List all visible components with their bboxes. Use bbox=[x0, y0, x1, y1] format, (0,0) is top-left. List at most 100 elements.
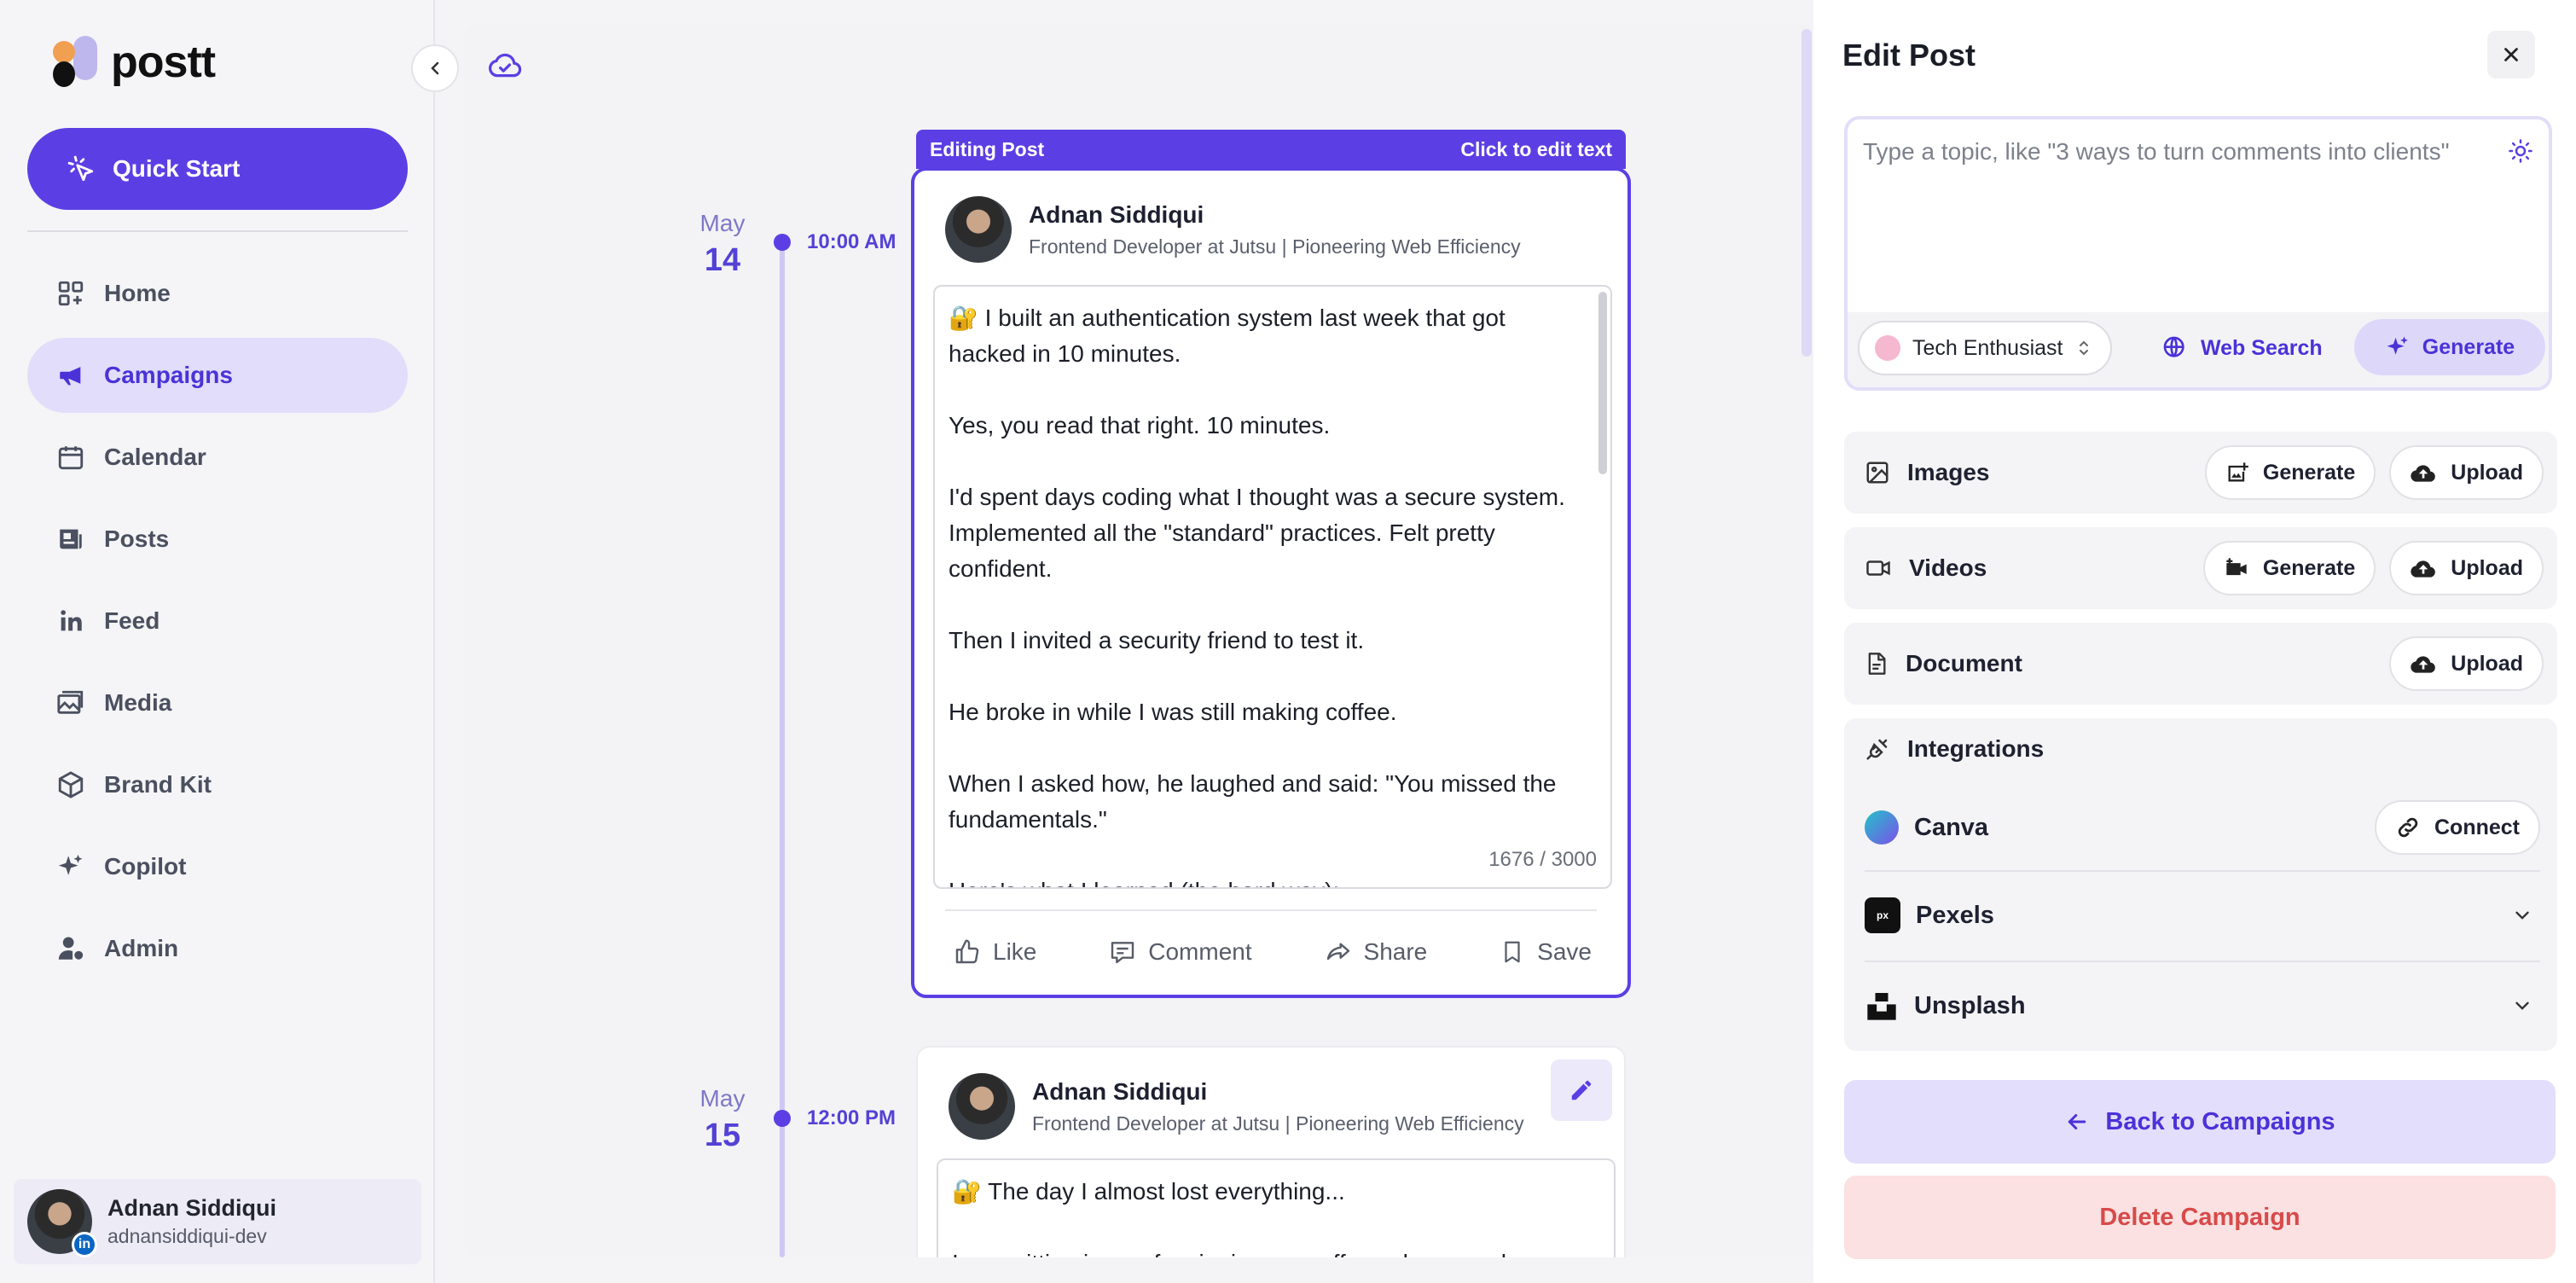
save-label: Save bbox=[1537, 938, 1592, 965]
post-text-editor[interactable]: 🔐 I built an authentication system last … bbox=[933, 285, 1612, 889]
document-section: Document Upload bbox=[1844, 623, 2557, 705]
post-paragraph: I was sitting in a cafe, sipping my coff… bbox=[952, 1245, 1587, 1257]
sidebar-item-label: Posts bbox=[104, 525, 170, 552]
panel-title: Edit Post bbox=[1842, 38, 1976, 73]
campaign-timeline: May 14 10:00 AM Editing Post Click to ed… bbox=[464, 24, 1813, 1257]
integration-name: Unsplash bbox=[1914, 991, 2026, 1019]
editor-scrollbar[interactable] bbox=[1598, 292, 1607, 474]
images-icon bbox=[57, 690, 84, 714]
delete-campaign-button[interactable]: Delete Campaign bbox=[1844, 1176, 2556, 1259]
timeline-dot bbox=[774, 1110, 791, 1127]
upload-image-button[interactable]: Upload bbox=[2389, 445, 2544, 500]
logo[interactable]: postt bbox=[53, 36, 216, 89]
megaphone-icon bbox=[60, 367, 81, 386]
logo-mark-icon bbox=[53, 36, 101, 89]
like-button[interactable]: Like bbox=[940, 928, 1050, 976]
profile-handle: adnansiddiqui-dev bbox=[107, 1225, 267, 1247]
sidebar-item-campaigns[interactable]: Campaigns bbox=[27, 338, 408, 413]
video-plus-icon bbox=[2226, 558, 2247, 576]
post-time: 12:00 PM bbox=[807, 1106, 896, 1129]
comment-button[interactable]: Comment bbox=[1095, 928, 1265, 976]
sidebar-item-feed[interactable]: Feed bbox=[27, 583, 408, 659]
sidebar-item-label: Calendar bbox=[104, 444, 206, 470]
upload-label: Upload bbox=[2451, 460, 2523, 485]
video-icon bbox=[1866, 560, 1890, 576]
topic-input[interactable]: Type a topic, like "3 ways to turn comme… bbox=[1863, 138, 2450, 165]
date-day: 15 bbox=[704, 1118, 741, 1153]
pencil-icon bbox=[1571, 1080, 1592, 1100]
post-date: May 15 bbox=[684, 1085, 761, 1154]
sidebar-item-calendar[interactable]: Calendar bbox=[27, 420, 408, 495]
sidebar-item-home[interactable]: Home bbox=[27, 256, 408, 331]
avatar: in bbox=[27, 1189, 97, 1257]
generate-video-button[interactable]: Generate bbox=[2202, 541, 2376, 595]
globe-search-icon bbox=[2163, 336, 2184, 357]
post-card-editing[interactable]: Adnan Siddiqui Frontend Developer at Jut… bbox=[911, 167, 1631, 998]
newspaper-icon bbox=[60, 529, 82, 549]
web-search-button[interactable]: Web Search bbox=[2161, 322, 2323, 374]
images-section: Images Generate Upload bbox=[1844, 432, 2557, 514]
post-author: Adnan Siddiqui Frontend Developer at Jut… bbox=[945, 196, 1521, 263]
sidebar-divider bbox=[27, 230, 408, 232]
sidebar-item-brand-kit[interactable]: Brand Kit bbox=[27, 747, 408, 822]
user-profile[interactable]: in Adnan Siddiqui adnansiddiqui-dev bbox=[14, 1179, 421, 1264]
logo-text: postt bbox=[111, 38, 216, 87]
sidebar-item-label: Media bbox=[104, 689, 172, 716]
canva-logo-icon bbox=[1865, 810, 1899, 845]
like-label: Like bbox=[993, 938, 1037, 965]
cloud-sync-icon[interactable] bbox=[486, 49, 524, 84]
post-card[interactable]: Adnan Siddiqui Frontend Developer at Jut… bbox=[916, 1046, 1626, 1257]
sidebar-item-label: Feed bbox=[104, 607, 160, 634]
image-icon bbox=[1866, 462, 1888, 484]
sidebar-item-posts[interactable]: Posts bbox=[27, 502, 408, 577]
sidebar-item-admin[interactable]: Admin bbox=[27, 911, 408, 986]
date-day: 14 bbox=[704, 242, 741, 278]
upload-document-button[interactable]: Upload bbox=[2389, 636, 2544, 691]
post-paragraph: He broke in while I was still making cof… bbox=[949, 699, 1397, 725]
generate-image-button[interactable]: Generate bbox=[2204, 445, 2376, 500]
lightbulb-icon[interactable] bbox=[2508, 138, 2533, 168]
grid-icon bbox=[58, 281, 84, 306]
delete-label: Delete Campaign bbox=[2099, 1203, 2300, 1231]
arrow-left-icon bbox=[2068, 1114, 2086, 1129]
generate-label: Generate bbox=[2262, 460, 2356, 485]
back-to-campaigns-button[interactable]: Back to Campaigns bbox=[1844, 1080, 2556, 1164]
edit-post-button[interactable] bbox=[1551, 1059, 1612, 1121]
videos-section: Videos Generate Upload bbox=[1844, 527, 2557, 609]
integration-pexels[interactable]: px Pexels bbox=[1865, 870, 2540, 959]
cloud-upload-icon bbox=[2411, 560, 2436, 578]
sparkles-icon bbox=[2387, 336, 2408, 355]
post-actions: Like Comment Share Save bbox=[940, 928, 1605, 976]
post-paragraph: When I asked how, he laughed and said: "… bbox=[949, 770, 1557, 833]
sidebar-nav: Home Campaigns Calendar Posts Feed Media… bbox=[27, 256, 408, 993]
close-icon bbox=[2504, 48, 2518, 61]
topic-composer[interactable]: Type a topic, like "3 ways to turn comme… bbox=[1844, 116, 2552, 391]
character-count: 1676 / 3000 bbox=[1482, 848, 1597, 872]
connect-canva-button[interactable]: Connect bbox=[2375, 800, 2540, 855]
date-month: May bbox=[699, 1085, 746, 1112]
post-paragraph: Here's what I learned (the hard way): bbox=[949, 874, 1583, 887]
quick-start-button[interactable]: Quick Start bbox=[27, 128, 408, 210]
sparkles-icon bbox=[58, 854, 83, 875]
sidebar-item-label: Copilot bbox=[104, 853, 187, 880]
author-headline: Frontend Developer at Jutsu | Pioneering… bbox=[1029, 235, 1521, 258]
collapse-sidebar-button[interactable] bbox=[411, 44, 459, 92]
integration-name: Pexels bbox=[1916, 901, 1994, 929]
unsplash-logo-icon bbox=[1867, 993, 1896, 1020]
generate-button[interactable]: Generate bbox=[2354, 319, 2545, 375]
close-button[interactable] bbox=[2487, 31, 2535, 78]
post-author: Adnan Siddiqui Frontend Developer at Jut… bbox=[949, 1073, 1524, 1140]
cloud-upload-icon bbox=[2411, 465, 2436, 482]
upload-video-button[interactable]: Upload bbox=[2389, 541, 2544, 595]
save-button[interactable]: Save bbox=[1486, 928, 1605, 976]
upload-label: Upload bbox=[2451, 555, 2523, 580]
sidebar-item-copilot[interactable]: Copilot bbox=[27, 829, 408, 904]
sidebar-item-media[interactable]: Media bbox=[27, 665, 408, 740]
post-text-preview[interactable]: 🔐 The day I almost lost everything... I … bbox=[937, 1158, 1616, 1257]
document-icon bbox=[1868, 653, 1886, 675]
share-button[interactable]: Share bbox=[1311, 928, 1442, 976]
pexels-logo-icon: px bbox=[1865, 897, 1900, 933]
integration-unsplash[interactable]: Unsplash bbox=[1865, 961, 2540, 1049]
persona-select[interactable]: Tech Enthusiast bbox=[1858, 321, 2112, 375]
scrollbar-thumb[interactable] bbox=[1801, 29, 1812, 357]
